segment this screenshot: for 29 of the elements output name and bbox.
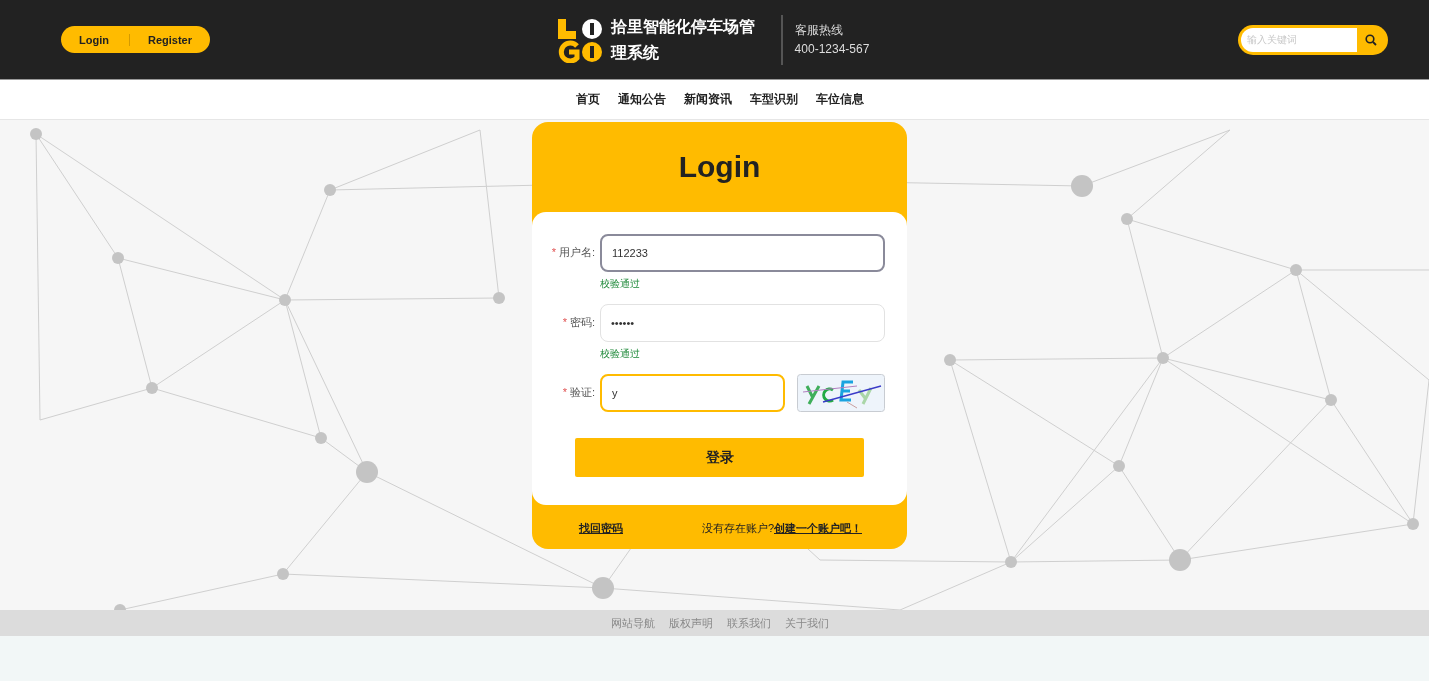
nav-link[interactable]: 车位信息: [815, 91, 864, 108]
nav-link[interactable]: 车型识别: [749, 91, 798, 108]
login-title: Login: [677, 149, 762, 185]
register-link[interactable]: Register: [147, 33, 192, 46]
password-field[interactable]: ••••••: [600, 304, 885, 342]
hotline-label: 客服热线: [794, 21, 844, 39]
required-mark: *: [562, 386, 567, 398]
register-prompt: 没有存在账户?创建一个账户吧！: [701, 521, 862, 536]
forgot-password-link[interactable]: 找回密码: [579, 521, 623, 536]
nav-link[interactable]: 首页: [575, 91, 600, 108]
captcha-field[interactable]: y: [600, 374, 785, 412]
login-button[interactable]: 登录: [575, 438, 864, 477]
hotline-number: 400-1234-567: [794, 40, 870, 58]
required-mark: *: [562, 316, 567, 328]
username-field[interactable]: 112233: [600, 234, 885, 272]
search-icon: [1365, 33, 1377, 46]
field-label: 密码:: [569, 316, 595, 328]
field-label: 验证:: [569, 386, 595, 398]
nav-link[interactable]: 通知公告: [617, 91, 666, 108]
validation-message: 校验通过: [600, 277, 641, 291]
validation-message: 校验通过: [600, 347, 641, 361]
nav-link[interactable]: 新闻资讯: [683, 91, 732, 108]
logo-icon: [556, 16, 603, 63]
register-link[interactable]: 创建一个账户吧！: [774, 522, 862, 534]
required-mark: *: [551, 246, 556, 258]
login-link[interactable]: Login: [79, 33, 109, 46]
site-title: 拾里智能化停车场管理系统: [610, 16, 756, 63]
field-label: 用户名:: [558, 246, 595, 258]
captcha-image[interactable]: [797, 374, 885, 412]
